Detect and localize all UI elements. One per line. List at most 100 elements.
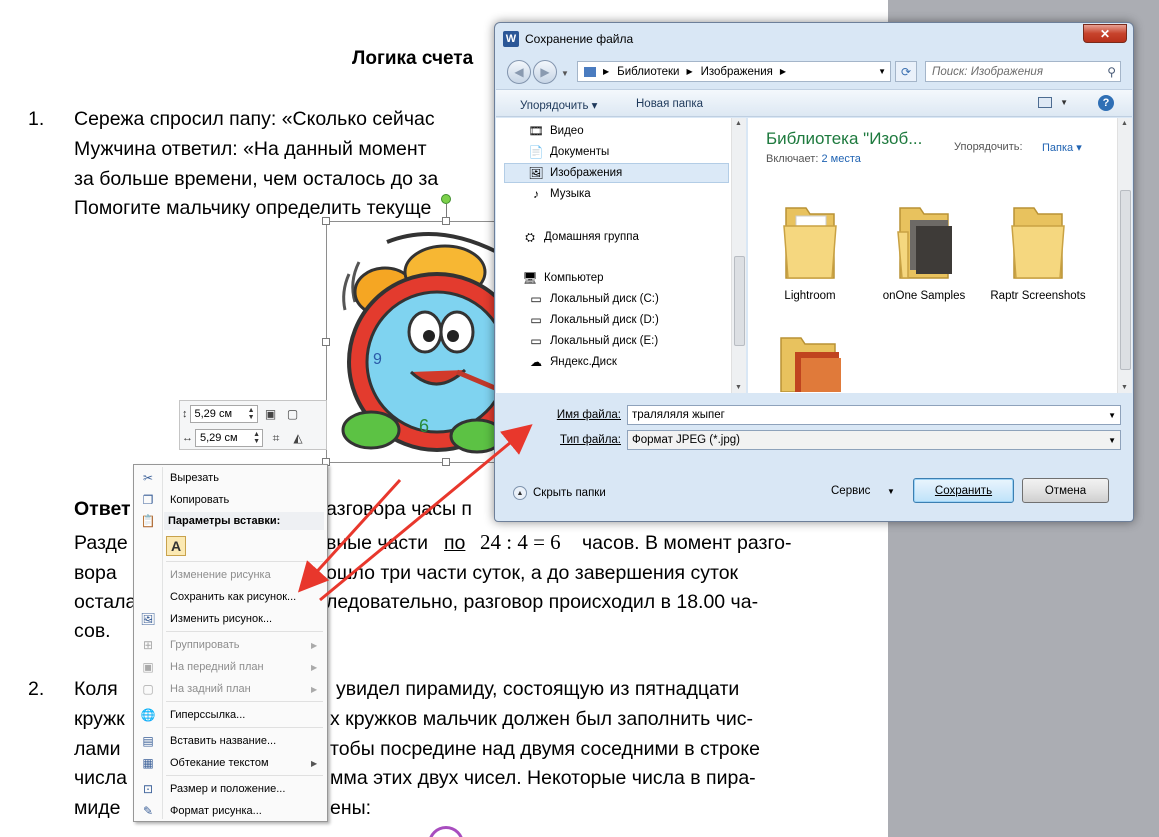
width-field[interactable]: 5,29 см ▲ ▼ bbox=[195, 429, 263, 447]
bring-forward-icon[interactable]: ▣ bbox=[262, 405, 280, 423]
organize-button[interactable]: Упорядочить ▾ bbox=[520, 98, 597, 112]
folder-item[interactable]: Lightroom bbox=[760, 202, 860, 303]
menu-item-hyperlink[interactable]: 🌐 Гиперссылка... bbox=[136, 704, 325, 726]
resize-handle-n[interactable] bbox=[442, 217, 450, 225]
nav-scroll-thumb[interactable] bbox=[734, 256, 745, 346]
documents-icon: 📄 bbox=[528, 145, 544, 159]
send-back-icon[interactable]: ▢ bbox=[284, 405, 302, 423]
resize-handle-w[interactable] bbox=[322, 338, 330, 346]
address-dropdown-icon[interactable]: ▼ bbox=[878, 67, 886, 76]
menu-item-save-as-picture[interactable]: Сохранить как рисунок... bbox=[136, 586, 325, 608]
hide-folders-button[interactable]: ▲ Скрыть папки bbox=[513, 486, 606, 500]
folder-item[interactable]: onOne Samples bbox=[874, 202, 974, 303]
menu-item-copy[interactable]: ❐ Копировать bbox=[136, 489, 325, 511]
crop-icon[interactable]: ⌗ bbox=[267, 429, 285, 447]
breadcrumb-chevron-icon: ▶ bbox=[603, 67, 610, 76]
nav-item-documents[interactable]: 📄 Документы bbox=[528, 142, 610, 162]
format-picture-icon: ✎ bbox=[142, 804, 154, 818]
caption-icon: ▤ bbox=[142, 734, 154, 748]
filename-input[interactable]: траляляля жыпег ▼ bbox=[627, 405, 1121, 425]
width-icon: ↔ bbox=[182, 432, 193, 444]
search-icon[interactable]: ⚲ bbox=[1107, 65, 1116, 79]
height-spinner[interactable]: ▲ ▼ bbox=[248, 407, 255, 421]
menu-item-format-picture[interactable]: ✎ Формат рисунка... bbox=[136, 800, 325, 822]
rotate-icon[interactable]: ◭ bbox=[289, 429, 307, 447]
submenu-arrow-icon: ▶ bbox=[311, 758, 318, 768]
nav-item-music[interactable]: ♪ Музыка bbox=[528, 184, 591, 204]
scroll-down-icon[interactable]: ▼ bbox=[1121, 384, 1128, 391]
menu-item-text-wrap[interactable]: ▦ Обтекание текстом ▶ bbox=[136, 752, 325, 774]
navigation-pane: 🎞 Видео 📄 Документы 🖼 Изображения ♪ Музы… bbox=[496, 118, 746, 393]
nav-item-computer[interactable]: 🖥 Компьютер bbox=[522, 268, 603, 288]
resize-handle-s[interactable] bbox=[442, 458, 450, 466]
back-button[interactable]: ◀ bbox=[507, 60, 531, 84]
view-dropdown-icon[interactable]: ▼ bbox=[1060, 98, 1068, 107]
library-icon bbox=[584, 66, 596, 77]
search-input[interactable]: Поиск: Изображения ⚲ bbox=[925, 61, 1121, 82]
context-menu: ✂ Вырезать ❐ Копировать Параметры вставк… bbox=[133, 464, 328, 822]
address-bar[interactable]: ▶ Библиотеки ▶ Изображения ▶ ▼ bbox=[577, 61, 891, 82]
paragraph-2-line-5-start: миде bbox=[74, 797, 121, 819]
rotate-handle[interactable] bbox=[441, 194, 451, 204]
arrange-dropdown[interactable]: Папка ▾ bbox=[1042, 141, 1082, 154]
answer-line-2-po: по bbox=[444, 532, 466, 554]
cancel-button[interactable]: Отмена bbox=[1022, 478, 1109, 503]
disk-icon: ▭ bbox=[530, 334, 542, 348]
height-field[interactable]: 5,29 см ▲ ▼ bbox=[189, 405, 258, 423]
forward-button[interactable]: ▶ bbox=[533, 60, 557, 84]
group-icon: ⊞ bbox=[142, 638, 154, 652]
answer-formula: 24 : 4 = 6 bbox=[480, 530, 561, 554]
paragraph-2-line-2-end: х кружков мальчик должен был заполнить ч… bbox=[330, 708, 754, 730]
filename-dropdown-icon[interactable]: ▼ bbox=[1108, 411, 1116, 420]
new-folder-button[interactable]: Новая папка bbox=[636, 98, 703, 110]
dialog-titlebar[interactable]: W Сохранение файла ✕ bbox=[495, 23, 1133, 53]
nav-item-images[interactable]: 🖼 Изображения bbox=[504, 163, 729, 183]
content-scrollbar[interactable]: ▲ ▼ bbox=[1117, 118, 1132, 393]
service-dropdown-icon[interactable]: ▼ bbox=[887, 487, 895, 496]
menu-item-size-position[interactable]: ⊡ Размер и положение... bbox=[136, 778, 325, 800]
filetype-select[interactable]: Формат JPEG (*.jpg) ▼ bbox=[627, 430, 1121, 450]
breadcrumb-images[interactable]: Изображения bbox=[701, 66, 773, 78]
nav-item-homegroup[interactable]: ⛭ Домашняя группа bbox=[522, 227, 639, 247]
save-button[interactable]: Сохранить bbox=[913, 478, 1014, 503]
breadcrumb-chevron-icon: ▶ bbox=[686, 67, 693, 76]
menu-separator bbox=[166, 727, 323, 728]
menu-item-insert-caption[interactable]: ▤ Вставить название... bbox=[136, 730, 325, 752]
service-menu-button[interactable]: Сервис bbox=[831, 485, 870, 497]
answer-line-4-start: остала bbox=[74, 591, 137, 613]
breadcrumb-libraries[interactable]: Библиотеки bbox=[617, 66, 679, 78]
library-includes: Включает: 2 места bbox=[766, 153, 861, 165]
filetype-dropdown-icon[interactable]: ▼ bbox=[1108, 436, 1116, 445]
includes-locations-link[interactable]: 2 места bbox=[821, 153, 860, 165]
width-spinner[interactable]: ▲ ▼ bbox=[253, 431, 260, 445]
computer-icon: 🖥 bbox=[522, 271, 538, 285]
scroll-down-icon[interactable]: ▼ bbox=[735, 384, 742, 391]
size-position-icon: ⊡ bbox=[142, 782, 154, 796]
recent-dropdown-icon[interactable]: ▼ bbox=[561, 69, 569, 78]
nav-item-disk-c[interactable]: ▭ Локальный диск (C:) bbox=[528, 289, 659, 309]
menu-separator bbox=[166, 701, 323, 702]
folder-icon bbox=[1011, 207, 1065, 279]
dialog-title: Сохранение файла bbox=[525, 32, 634, 46]
paste-option-keep-text[interactable]: A bbox=[166, 536, 186, 556]
scroll-up-icon[interactable]: ▲ bbox=[1121, 120, 1128, 127]
scroll-up-icon[interactable]: ▲ bbox=[735, 120, 742, 127]
resize-handle-nw[interactable] bbox=[322, 217, 330, 225]
nav-item-video[interactable]: 🎞 Видео bbox=[528, 121, 583, 141]
nav-scrollbar[interactable]: ▲ ▼ bbox=[731, 118, 746, 393]
view-icon[interactable] bbox=[1038, 97, 1052, 108]
pyramid-circle bbox=[428, 826, 464, 837]
nav-item-disk-e[interactable]: ▭ Локальный диск (E:) bbox=[528, 331, 658, 351]
nav-item-yandex[interactable]: ☁ Яндекс.Диск bbox=[528, 352, 617, 372]
folder-item[interactable]: Raptr Screenshots bbox=[988, 202, 1088, 303]
refresh-button[interactable]: ⟳ bbox=[895, 61, 917, 82]
paragraph-1-line-1: Сережа спросил папу: «Сколько сейчас bbox=[74, 108, 435, 130]
content-scroll-thumb[interactable] bbox=[1120, 190, 1131, 370]
close-button[interactable]: ✕ bbox=[1083, 24, 1127, 43]
help-icon[interactable]: ? bbox=[1098, 95, 1114, 111]
menu-item-cut[interactable]: ✂ Вырезать bbox=[136, 467, 325, 489]
menu-item-change-picture[interactable]: 🖼 Изменить рисунок... bbox=[136, 608, 325, 630]
nav-item-disk-d[interactable]: ▭ Локальный диск (D:) bbox=[528, 310, 659, 330]
paragraph-2-line-1-end: увидел пирамиду, состоящую из пятнадцати bbox=[336, 678, 740, 700]
folder-item[interactable] bbox=[760, 332, 860, 399]
